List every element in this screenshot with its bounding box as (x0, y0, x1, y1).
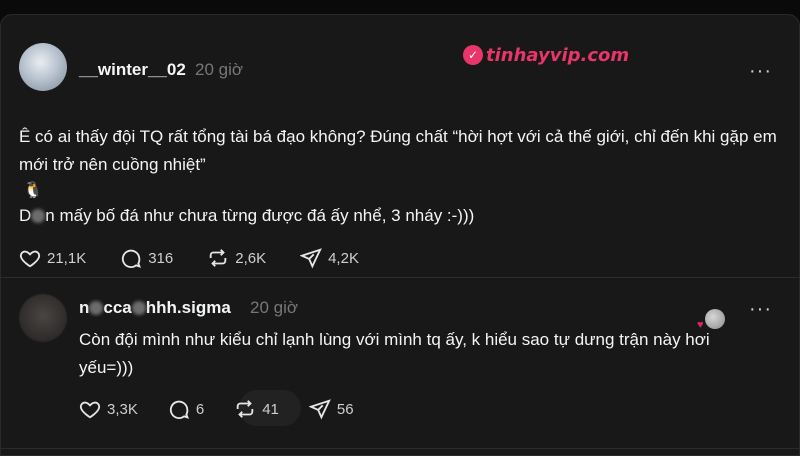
repost-button[interactable]: 2,6K (207, 247, 266, 269)
penguin-emoji-icon: 🐧 (23, 182, 43, 199)
comment-button[interactable]: 6 (168, 398, 204, 420)
post-actions: 21,1K 316 2,6K 4,2K (19, 247, 393, 269)
like-button[interactable]: 21,1K (19, 247, 86, 269)
post-time: 20 giờ (195, 60, 244, 79)
avatar[interactable] (19, 294, 67, 342)
reply-text: Còn đội mình như kiểu chỉ lạnh lùng với … (79, 330, 715, 377)
send-icon (300, 248, 322, 269)
reply-actions: 3,3K 6 41 56 (79, 398, 384, 420)
more-options-icon[interactable]: ··· (749, 299, 772, 319)
post-text: Ê có ai thấy đội TQ rất tổng tài bá đạo … (19, 127, 782, 174)
repost-count: 2,6K (235, 249, 267, 267)
thread-panel: ✓ tinhayvip.com __winter__02 20 giờ ··· … (0, 14, 800, 456)
share-button[interactable]: 56 (308, 398, 354, 420)
reply-username[interactable]: n cca hhh.sigma (79, 298, 231, 318)
blurred-text (131, 301, 146, 315)
heart-icon (79, 401, 101, 419)
like-count: 3,3K (107, 400, 138, 418)
blurred-text (31, 209, 46, 223)
like-count: 21,1K (47, 249, 87, 267)
post-text-line2: Dn mấy bố đá như chưa từng được đá ấy nh… (19, 206, 475, 225)
comment-icon (169, 400, 189, 419)
repost-icon (209, 249, 227, 267)
avatar[interactable] (19, 43, 67, 91)
comment-button[interactable]: 316 (120, 247, 173, 269)
reply-time: 20 giờ (250, 298, 299, 317)
share-count: 4,2K (328, 249, 359, 267)
heart-icon (19, 250, 41, 268)
repost-icon (236, 400, 254, 418)
like-button[interactable]: 3,3K (79, 398, 138, 420)
comment-icon (122, 249, 142, 268)
repost-button[interactable]: 41 (234, 398, 279, 420)
comment-count: 6 (195, 400, 205, 418)
post-username[interactable]: __winter__02 (79, 60, 186, 80)
share-button[interactable]: 4,2K (300, 247, 359, 269)
repost-count: 41 (262, 400, 279, 418)
more-options-icon[interactable]: ··· (749, 61, 772, 81)
send-icon (308, 399, 331, 420)
share-count: 56 (336, 400, 354, 418)
comment-count: 316 (148, 249, 174, 267)
blurred-text (89, 301, 104, 315)
